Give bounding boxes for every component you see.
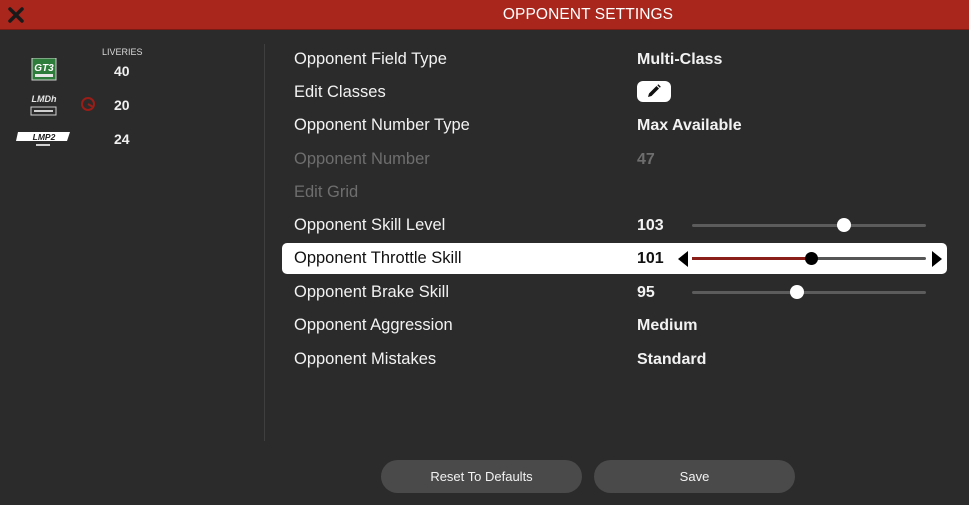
- livery-count: 40: [114, 63, 130, 79]
- manufacturer-mark-icon: [81, 97, 95, 111]
- setting-value: 47: [637, 151, 655, 168]
- setting-value: 95: [637, 284, 655, 301]
- setting-value: 101: [637, 250, 664, 267]
- setting-value: Standard: [637, 351, 707, 368]
- throttle-skill-slider[interactable]: [692, 243, 926, 274]
- panel-divider: [264, 44, 265, 441]
- pencil-icon: [648, 84, 661, 97]
- setting-aggression[interactable]: Opponent Aggression Medium: [282, 310, 947, 341]
- livery-count: 24: [114, 131, 130, 147]
- setting-label: Opponent Number Type: [294, 116, 470, 134]
- setting-value: Multi-Class: [637, 51, 723, 68]
- brake-skill-slider[interactable]: [692, 277, 926, 308]
- svg-text:LMP2: LMP2: [33, 132, 56, 142]
- setting-label: Edit Classes: [294, 83, 386, 101]
- lmp2-class-logo: LMP2: [16, 132, 70, 146]
- setting-mistakes[interactable]: Opponent Mistakes Standard: [282, 344, 947, 375]
- slider-thumb[interactable]: [805, 252, 818, 265]
- livery-row-lmp2: LMP2 24: [0, 126, 260, 156]
- lmdh-class-logo: LMDh: [30, 94, 57, 116]
- setting-opponent-number: Opponent Number 47: [282, 144, 947, 175]
- setting-edit-grid: Edit Grid: [282, 177, 947, 208]
- setting-label: Opponent Number: [294, 150, 430, 168]
- setting-label: Opponent Brake Skill: [294, 283, 450, 301]
- setting-label: Opponent Mistakes: [294, 350, 437, 368]
- setting-brake-skill[interactable]: Opponent Brake Skill 95: [282, 277, 947, 308]
- setting-label: Edit Grid: [294, 183, 359, 201]
- edit-classes-button[interactable]: [637, 81, 671, 102]
- slider-track: [692, 224, 926, 227]
- gt3-class-logo: GT3: [31, 58, 57, 81]
- reset-to-defaults-button[interactable]: Reset To Defaults: [381, 460, 582, 493]
- setting-label: Opponent Throttle Skill: [294, 249, 462, 267]
- setting-label: Opponent Aggression: [294, 316, 453, 334]
- setting-value: 103: [637, 217, 664, 234]
- title-bar: OPPONENT SETTINGS: [0, 0, 969, 30]
- decrease-arrow-icon[interactable]: [678, 251, 688, 267]
- slider-thumb[interactable]: [790, 285, 804, 299]
- slider-track: [692, 291, 926, 294]
- increase-arrow-icon[interactable]: [932, 251, 942, 267]
- slider-fill: [692, 257, 811, 260]
- window-title: OPPONENT SETTINGS: [502, 6, 674, 23]
- setting-throttle-skill[interactable]: Opponent Throttle Skill 101: [282, 243, 947, 274]
- svg-text:GT3: GT3: [34, 63, 54, 74]
- livery-row-lmdh: LMDh 20: [0, 92, 260, 122]
- liveries-header: LIVERIES: [102, 47, 143, 57]
- setting-field-type[interactable]: Opponent Field Type Multi-Class: [282, 44, 947, 75]
- setting-label: Opponent Skill Level: [294, 216, 446, 234]
- slider-thumb[interactable]: [837, 218, 851, 232]
- setting-value: Medium: [637, 317, 698, 334]
- setting-label: Opponent Field Type: [294, 50, 447, 68]
- livery-count: 20: [114, 97, 130, 113]
- setting-edit-classes[interactable]: Edit Classes: [282, 77, 947, 108]
- save-button[interactable]: Save: [594, 460, 795, 493]
- setting-value: Max Available: [637, 117, 742, 134]
- skill-level-slider[interactable]: [692, 210, 926, 241]
- setting-skill-level[interactable]: Opponent Skill Level 103: [282, 210, 947, 241]
- svg-text:LMDh: LMDh: [32, 94, 57, 104]
- livery-row-gt3: GT3 40: [0, 58, 260, 88]
- setting-number-type[interactable]: Opponent Number Type Max Available: [282, 110, 947, 141]
